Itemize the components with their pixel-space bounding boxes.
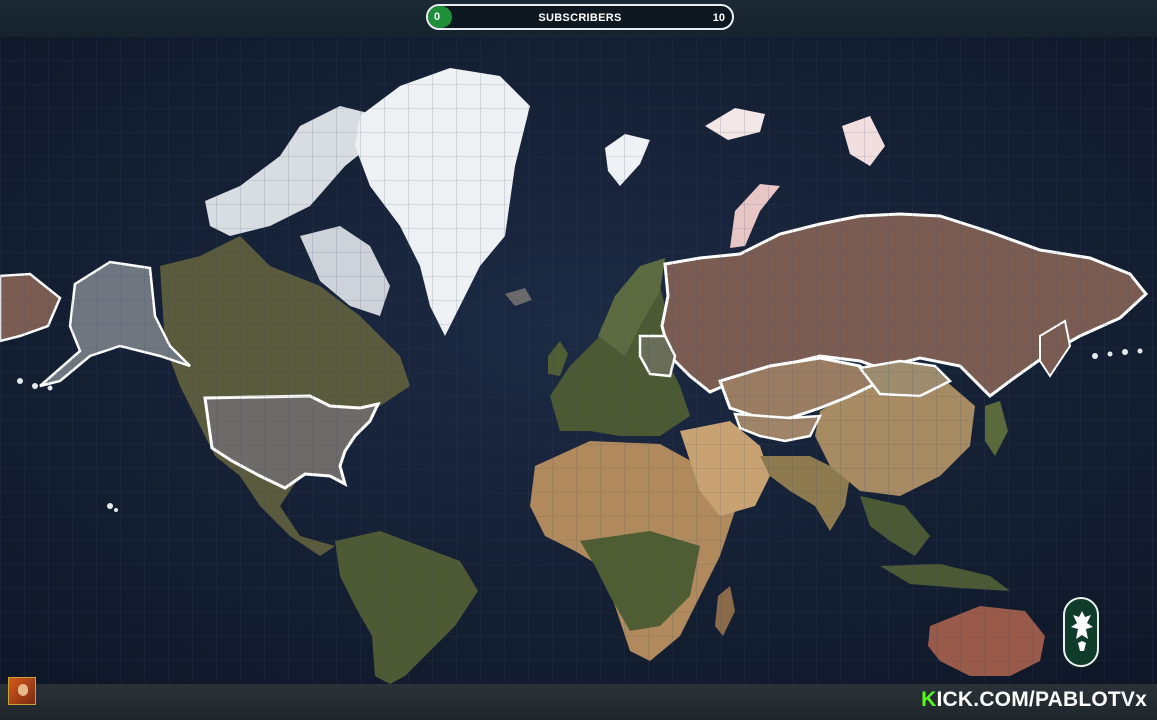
world-map-graphic xyxy=(0,36,1157,684)
kick-channel-text: ICK.COM/PABLOTVx xyxy=(936,688,1147,711)
streamer-avatar xyxy=(8,677,36,705)
world-map xyxy=(0,36,1157,684)
subscriber-goal-label: SUBSCRIBERS xyxy=(538,12,622,24)
kick-logo-letter: K xyxy=(921,688,937,711)
subscriber-goal-bar: 0 SUBSCRIBERS 10 xyxy=(426,4,734,30)
kick-channel-url: KICK.COM/PABLOTVx xyxy=(921,688,1147,712)
avatar-face xyxy=(18,684,28,696)
top-bar: 0 SUBSCRIBERS 10 xyxy=(0,0,1157,36)
subscriber-goal-max: 10 xyxy=(712,12,725,24)
eagle-emblem-icon xyxy=(1063,597,1099,667)
map-grid xyxy=(0,36,1157,684)
stream-overlay: 0 SUBSCRIBERS 10 KICK.COM/PABLOTVx xyxy=(0,0,1157,720)
